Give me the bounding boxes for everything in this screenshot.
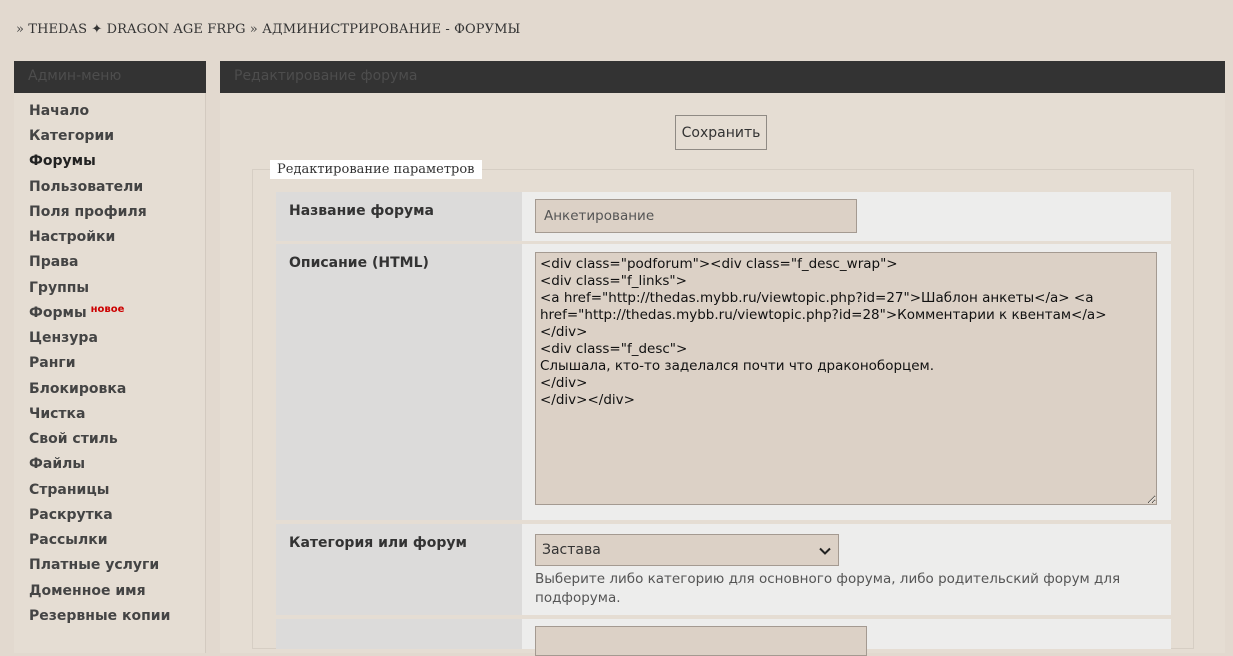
breadcrumb: » THEDAS ✦ DRAGON AGE FRPG » АДМИНИСТРИР…	[16, 22, 520, 37]
description-textarea[interactable]	[535, 252, 1157, 505]
sidebar-item-domain[interactable]: Доменное имя	[29, 583, 146, 599]
breadcrumb-site-link[interactable]: THEDAS ✦ DRAGON AGE FRPG	[28, 22, 245, 37]
sidebar-item-profile-fields[interactable]: Поля профиля	[29, 204, 147, 220]
sidebar-item-categories[interactable]: Категории	[29, 128, 114, 144]
row-next	[276, 619, 1171, 656]
value-cell	[522, 244, 1171, 520]
label-cell	[276, 619, 522, 649]
save-button[interactable]: Сохранить	[675, 115, 767, 150]
forum-name-input[interactable]	[535, 199, 857, 233]
row-parent: Категория или форум Застава Выберите либ…	[276, 524, 1171, 615]
main-header: Редактирование форума	[220, 61, 1225, 93]
parent-select[interactable]: Застава	[535, 534, 839, 566]
sidebar-item-pages[interactable]: Страницы	[29, 482, 109, 498]
sidebar-header: Админ-меню	[14, 61, 206, 93]
sidebar-item-promotion[interactable]: Раскрутка	[29, 507, 113, 523]
parent-select-value: Застава	[542, 542, 601, 558]
sidebar-item-users[interactable]: Пользователи	[29, 179, 143, 195]
sidebar-item-forums[interactable]: Форумы	[29, 153, 96, 169]
sidebar-item-bans[interactable]: Блокировка	[29, 381, 126, 397]
row-forum-name: Название форума	[276, 192, 1171, 241]
breadcrumb-prefix: »	[16, 22, 25, 37]
forum-name-label: Название форума	[289, 203, 435, 219]
label-cell: Описание (HTML)	[276, 244, 522, 520]
value-cell: Застава Выберите либо категорию для осно…	[522, 524, 1171, 615]
sidebar-item-start[interactable]: Начало	[29, 103, 89, 119]
new-badge: новое	[90, 304, 125, 315]
sidebar-menu: Начало Категории Форумы Пользователи Пол…	[14, 93, 206, 653]
sidebar-item-custom-style[interactable]: Свой стиль	[29, 431, 118, 447]
parent-label: Категория или форум	[289, 535, 467, 551]
parent-hint: Выберите либо категорию для основного фо…	[535, 571, 1121, 606]
breadcrumb-current: АДМИНИСТРИРОВАНИЕ - ФОРУМЫ	[262, 22, 521, 37]
label-cell: Название форума	[276, 192, 522, 241]
sidebar-item-settings[interactable]: Настройки	[29, 229, 115, 245]
sidebar-item-files[interactable]: Файлы	[29, 456, 85, 472]
chevron-down-icon	[819, 547, 831, 555]
sidebar-item-mailings[interactable]: Рассылки	[29, 532, 108, 548]
label-cell: Категория или форум	[276, 524, 522, 615]
sidebar-item-forms[interactable]: Формы	[29, 305, 87, 321]
sidebar-item-paid-services[interactable]: Платные услуги	[29, 557, 159, 573]
next-field-input[interactable]	[535, 626, 867, 656]
breadcrumb-separator: »	[249, 22, 258, 37]
page-title: Редактирование форума	[234, 68, 418, 84]
description-label: Описание (HTML)	[289, 255, 429, 271]
sidebar-item-permissions[interactable]: Права	[29, 254, 79, 270]
value-cell	[522, 619, 1171, 656]
sidebar-item-groups[interactable]: Группы	[29, 280, 89, 296]
sidebar-item-forms-wrap: Формы новое	[29, 304, 125, 321]
sidebar-item-cleanup[interactable]: Чистка	[29, 406, 86, 422]
row-description: Описание (HTML)	[276, 244, 1171, 520]
sidebar-item-backups[interactable]: Резервные копии	[29, 608, 170, 624]
fieldset-legend: Редактирование параметров	[270, 160, 482, 179]
sidebar-item-ranks[interactable]: Ранги	[29, 355, 76, 371]
sidebar-title: Админ-меню	[28, 68, 122, 84]
sidebar-item-censorship[interactable]: Цензура	[29, 330, 98, 346]
value-cell	[522, 192, 1171, 241]
